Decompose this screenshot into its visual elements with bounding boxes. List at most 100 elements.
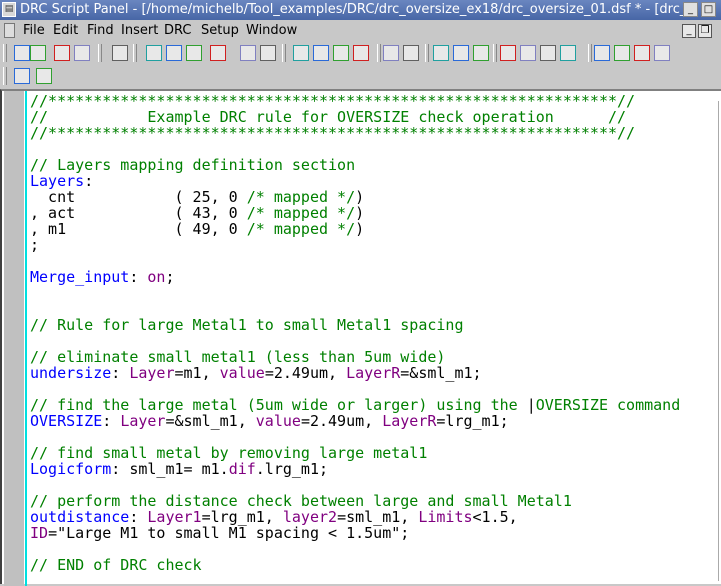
script-edit-icon[interactable] [36,68,52,84]
bookmark-icon[interactable] [614,45,630,61]
bookmark-next-icon[interactable] [634,45,650,61]
parameter-token: value [219,364,265,382]
toolbar-grip[interactable] [588,44,592,62]
code-line: cnt ( 25, 0 /* mapped */) [30,189,680,205]
open-file-icon[interactable] [30,45,46,61]
text-token: <1.5, [472,508,518,526]
paste-icon[interactable] [500,45,516,61]
keyword-token: Merge_input [30,268,130,286]
code-line: // find the large metal (5um wide or lar… [30,397,680,413]
text-token: ="Large M1 to small M1 spacing < 1.5um"; [48,524,410,542]
mdi-restore-button[interactable]: ❐ [698,24,712,38]
text-token: | [526,396,536,414]
main-toolbar [0,42,721,64]
code-line: // eliminate small metal1 (less than 5um… [30,349,680,365]
text-token: ) [355,220,365,238]
help-icon[interactable] [433,45,449,61]
code-line: , act ( 43, 0 /* mapped */) [30,205,680,221]
spacing-icon[interactable] [353,45,369,61]
toolbar-grip[interactable] [377,44,381,62]
new-file-icon[interactable] [14,45,30,61]
parameter-token: dif [228,460,256,478]
script-editor[interactable]: //**************************************… [0,89,721,586]
toolbar-grip[interactable] [425,44,429,62]
bookmark-prev-icon[interactable] [654,45,670,61]
code-line: Layers: [30,173,680,189]
window-title: DRC Script Panel - [/home/michelb/Tool_e… [20,2,687,17]
menu-setup[interactable]: Setup [201,20,239,41]
menu-file[interactable]: File [23,20,45,41]
parameter-token: Layer [129,364,175,382]
text-token: =2.49um, [300,412,383,430]
find-next-icon[interactable] [540,45,556,61]
editor-gutter [4,91,24,586]
menu-edit[interactable]: Edit [53,20,78,41]
save-all-icon[interactable] [74,45,90,61]
parameter-token: Limits [418,508,473,526]
rule-icon[interactable] [313,45,329,61]
keyword-token: Logicform [30,460,112,478]
code-line: , m1 ( 49, 0 /* mapped */) [30,221,680,237]
run-icon[interactable] [146,45,162,61]
code-line: // Rule for large Metal1 to small Metal1… [30,317,680,333]
parameter-token: value [255,412,301,430]
run-selected-icon[interactable] [186,45,202,61]
toolbar-grip[interactable] [493,44,497,62]
layer-map-icon[interactable] [293,45,309,61]
maximize-button[interactable]: □ [701,2,716,17]
fit-icon[interactable] [14,68,30,84]
parameter-token: LayerR [346,364,401,382]
frame-icon[interactable] [383,45,399,61]
code-line: OVERSIZE: Layer=&sml_m1, value=2.49um, L… [30,413,680,429]
document-icon [4,23,15,38]
code-line: // Example DRC rule for OVERSIZE check o… [30,109,680,125]
toolbar-grip[interactable] [133,44,137,62]
run-rule-icon[interactable] [166,45,182,61]
text-token: ; [165,268,175,286]
print-icon[interactable] [112,45,128,61]
minimize-button[interactable]: _ [683,2,698,17]
mdi-minimize-button[interactable]: _ [682,24,696,38]
comment-token: OVERSIZE command [535,396,681,414]
zoom-in-icon[interactable] [240,45,256,61]
text-token: : [111,364,130,382]
toolbar-grip[interactable] [3,44,7,62]
keyword-token: OVERSIZE [30,412,103,430]
zoom-out-icon[interactable] [260,45,276,61]
copy-icon[interactable] [473,45,489,61]
text-token: ; [30,236,40,254]
menu-drc[interactable]: DRC [164,20,191,41]
menu-window[interactable]: Window [246,20,297,41]
code-line: ; [30,237,680,253]
replace-icon[interactable] [594,45,610,61]
save-icon[interactable] [54,45,70,61]
menu-insert[interactable]: Insert [121,20,158,41]
check-icon[interactable] [333,45,349,61]
edit-icon[interactable] [403,45,419,61]
text-token: : sml_m1= m1. [111,460,229,478]
text-token: , m1 ( 49, 0 [30,220,247,238]
toolbar-grip[interactable] [3,67,7,85]
code-area[interactable]: //**************************************… [30,93,680,573]
menu-find[interactable]: Find [87,20,114,41]
comment-token: /* mapped */ [246,220,356,238]
copy-disabled-icon[interactable] [453,45,469,61]
layout-icon[interactable] [210,45,226,61]
text-token: .lrg_m1; [255,460,329,478]
code-line: // find small metal by removing large me… [30,445,680,461]
code-line: ID="Large M1 to small M1 spacing < 1.5um… [30,525,680,541]
parameter-token: on [147,268,166,286]
text-token: =lrg_m1; [436,412,509,430]
find-icon[interactable] [520,45,536,61]
parameter-token: ID [30,524,49,542]
toolbar-grip[interactable] [98,44,102,62]
find-prev-icon[interactable] [560,45,576,61]
code-line: // Layers mapping definition section [30,157,680,173]
comment-token: //**************************************… [30,124,636,142]
toolbar-grip[interactable] [282,44,286,62]
